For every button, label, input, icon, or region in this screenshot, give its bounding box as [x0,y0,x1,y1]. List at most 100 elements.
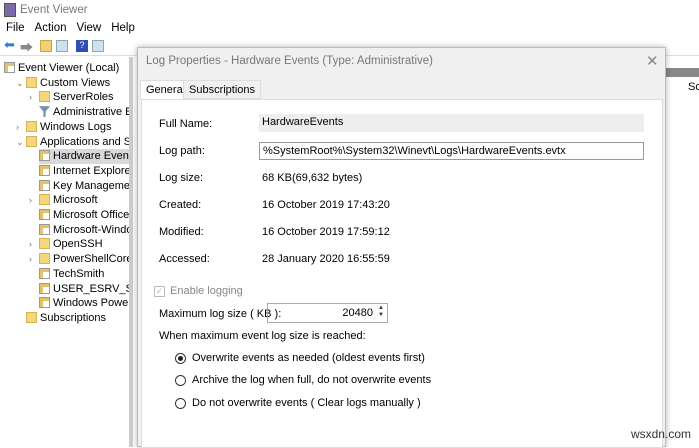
created-label: Created: [159,199,202,211]
console-tree: Event Viewer (Local) ⌄ Custom Views › Server… [0,57,133,447]
general-panel: Full Name: HardwareEvents Log path: %Sys… [141,99,663,448]
tree-item[interactable]: › PowerShellCore [29,252,133,267]
menu-file[interactable]: File [6,20,25,37]
tree-item-label: Hardware Events [53,150,133,163]
tree-item-label: Administrative Even [53,106,133,119]
event-viewer-app-icon [4,3,16,17]
tree-item-label: Applications and Servic [40,135,132,148]
menu-action[interactable]: Action [35,20,67,37]
max-size-label: Maximum log size ( KB ): [159,308,282,320]
filter-icon [39,106,50,118]
action-pane-icon[interactable] [92,40,104,52]
tree-item[interactable]: Microsoft-Windows [39,223,133,238]
column-header-source[interactable]: So [688,81,699,93]
tree-item-label: Subscriptions [40,311,107,324]
menu-help[interactable]: Help [111,20,135,37]
tree-item[interactable]: Internet Explorer [39,164,129,179]
accessed-label: Accessed: [159,253,210,265]
log-icon [39,282,50,294]
title-bar: Event Viewer [0,0,699,20]
folder-icon [26,120,37,132]
help-icon[interactable]: ? [76,40,88,52]
log-size-label: Log size: [159,172,204,184]
chevron-right-icon[interactable]: › [29,90,32,105]
when-reached-label: When maximum event log size is reached: [159,330,366,342]
subscriptions-icon [26,311,37,323]
tree-item-label: PowerShellCore [53,253,133,266]
folder-icon [39,194,50,206]
menu-view[interactable]: View [77,20,102,37]
folder-icon [26,76,37,88]
tree-item-label: ServerRoles [53,91,114,104]
show-hide-pane-icon[interactable] [56,40,68,52]
enable-logging-checkbox[interactable]: ✓ [154,286,165,297]
tree-item[interactable]: TechSmith [39,267,104,282]
chevron-down-icon[interactable]: ⌄ [16,76,24,91]
tree-item[interactable]: Event Viewer (Local) [4,61,119,76]
tree-item[interactable]: › OpenSSH [29,237,103,252]
tree-item[interactable]: › Windows Logs [16,120,112,135]
folder-icon [26,135,37,147]
max-size-input[interactable]: 20480 [267,303,388,323]
log-path-field[interactable]: %SystemRoot%\System32\Winevt\Logs\Hardwa… [259,142,644,160]
created-value: 16 October 2019 17:43:20 [262,199,390,211]
log-icon [39,209,50,220]
radio-do-not-overwrite[interactable] [175,398,186,409]
log-properties-dialog: Log Properties - Hardware Events (Type: … [137,47,666,448]
log-icon [39,150,50,162]
tree-item-label: Windows PowerShel [53,297,132,310]
tree-item-label: Microsoft Office Ale [53,209,130,221]
close-icon[interactable]: ✕ [646,52,659,70]
tree-item-label: OpenSSH [53,238,103,251]
radio-do-not-overwrite-label: Do not overwrite events ( Clear logs man… [192,397,421,409]
forward-arrow-icon[interactable]: ⮕ [20,37,33,55]
tree-item-label: USER_ESRV_SVC_QU [53,282,133,295]
tree-item-label: Event Viewer (Local) [18,62,120,74]
tree-item-label: Key Management Se [53,179,133,192]
tree-item-label: Microsoft-Windows [53,223,133,236]
tree-item[interactable]: › ServerRoles [29,90,114,105]
tree-item[interactable]: Windows PowerShel [39,296,132,311]
tree-item[interactable]: Subscriptions [26,311,106,326]
tree-item[interactable]: Microsoft Office Ale [39,208,130,223]
dialog-title: Log Properties - Hardware Events (Type: … [146,55,433,67]
log-icon [39,267,50,279]
chevron-right-icon[interactable]: › [16,120,19,135]
log-size-value: 68 KB(69,632 bytes) [262,172,363,184]
tree-item[interactable]: ⌄ Custom Views [16,76,111,91]
full-name-label: Full Name: [159,118,213,130]
modified-label: Modified: [159,226,204,238]
log-icon [39,164,50,176]
chevron-right-icon[interactable]: › [29,193,32,208]
log-path-label: Log path: [159,145,205,157]
chevron-down-icon[interactable]: ⌄ [16,135,24,150]
chevron-right-icon[interactable]: › [29,252,32,267]
folder-up-icon[interactable] [40,40,52,52]
enable-logging-label: Enable logging [170,285,243,297]
radio-overwrite[interactable] [175,353,186,364]
tree-item[interactable]: Key Management Se [39,179,133,194]
tree-item[interactable]: ⌄ Applications and Servic [16,135,132,150]
folder-icon [39,91,50,103]
tree-item[interactable]: › Microsoft [29,193,98,208]
folder-icon [39,238,50,250]
back-arrow-icon[interactable]: ⬅ [4,37,16,52]
tree-item-label: Custom Views [40,76,111,89]
spinner-arrows-icon[interactable]: ▲ ▼ [378,305,384,319]
watermark: wsxdn.com [630,427,691,441]
tree-item-label: TechSmith [53,267,105,280]
tree-item[interactable]: Administrative Even [39,105,133,120]
modified-value: 16 October 2019 17:59:12 [262,226,390,238]
results-pane: So [666,57,699,447]
log-icon [39,223,50,235]
accessed-value: 28 January 2020 16:55:59 [262,253,390,265]
window-title: Event Viewer [20,4,88,16]
radio-archive[interactable] [175,375,186,386]
tree-item[interactable]: Hardware Events [39,149,133,165]
menu-bar: File Action View Help [0,20,699,37]
tab-subscriptions[interactable]: Subscriptions [183,80,262,99]
full-name-field[interactable]: HardwareEvents [259,114,644,132]
tree-item-label: Microsoft [53,194,98,207]
tree-item[interactable]: USER_ESRV_SVC_QU [39,282,133,297]
chevron-right-icon[interactable]: › [29,237,32,252]
